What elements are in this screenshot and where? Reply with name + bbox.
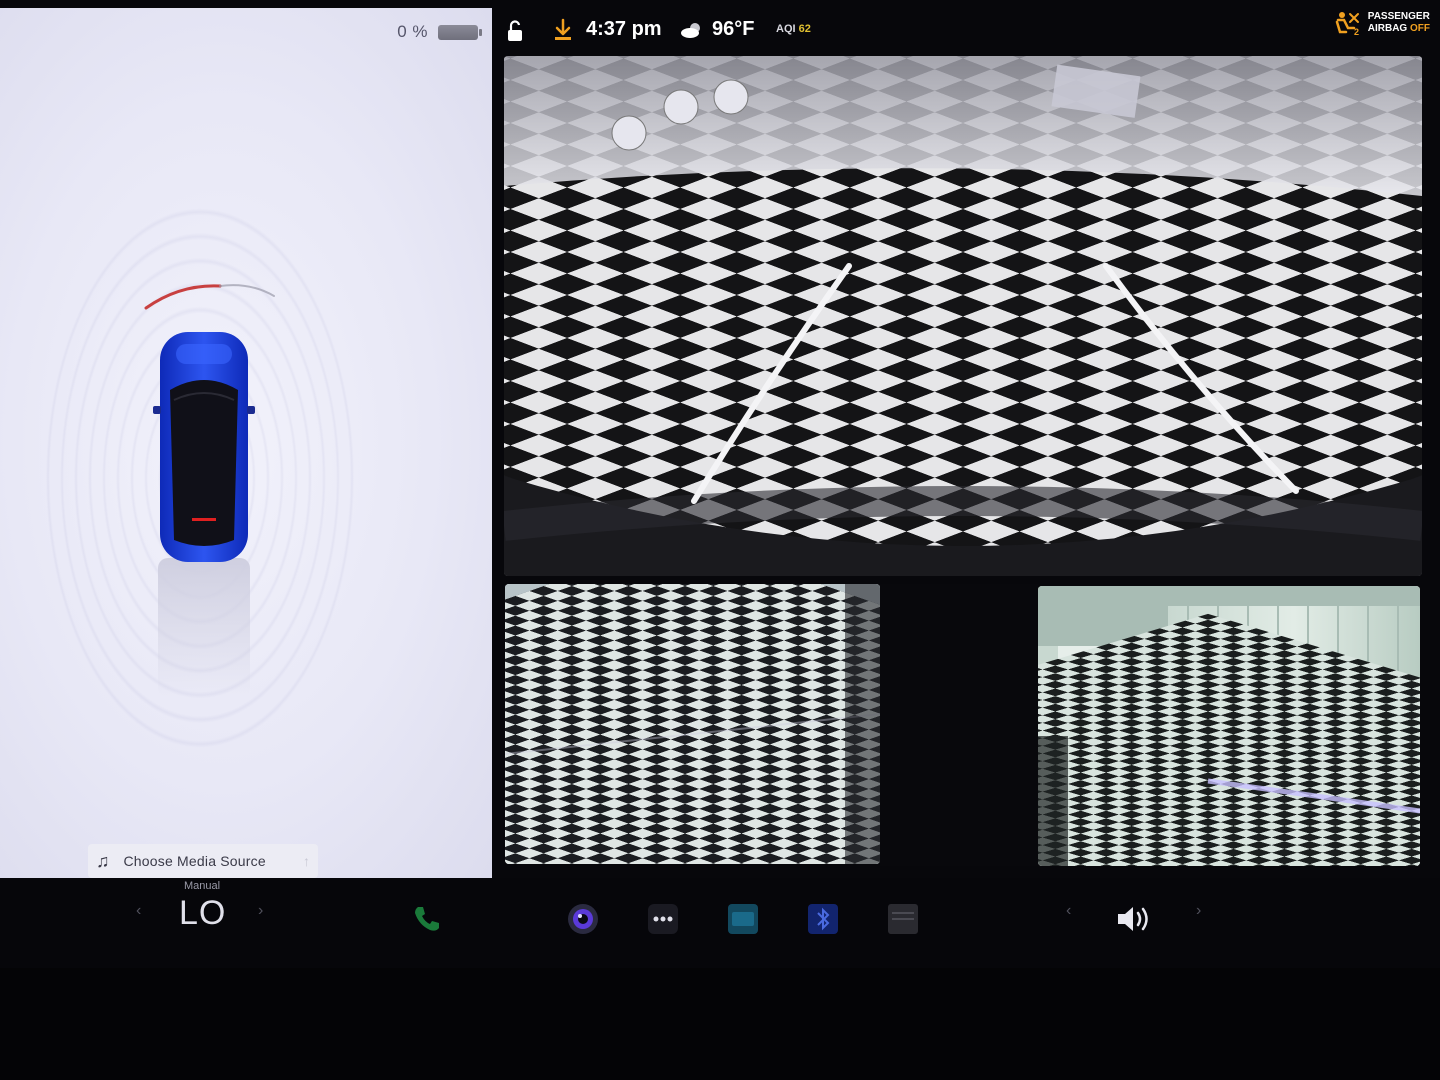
car-reflection: [158, 558, 250, 698]
toybox-icon[interactable]: [726, 902, 760, 936]
camera-app-icon[interactable]: [566, 902, 600, 936]
screen-bezel: [0, 968, 1440, 1080]
more-apps-icon[interactable]: [646, 902, 680, 936]
media-player-bar[interactable]: ♫ Choose Media Source ↑: [88, 844, 318, 878]
volume-decrease-button[interactable]: ‹: [1066, 902, 1071, 920]
partly-cloudy-icon: [681, 23, 700, 38]
aqi-value: 62: [798, 23, 811, 35]
airbag-status: OFF: [1410, 23, 1430, 34]
clock-time: 4:37 pm: [586, 18, 662, 40]
climate-increase-button[interactable]: ›: [258, 902, 263, 920]
tesla-display: 0 % ♫ Choose Media Source ↑ 4:37 pm 96°F…: [0, 0, 1440, 1080]
rear-camera-view[interactable]: [504, 56, 1422, 576]
aqi-label: AQI: [776, 23, 796, 35]
arrow-up-icon[interactable]: ↑: [303, 853, 310, 869]
bluetooth-icon[interactable]: [806, 902, 840, 936]
rear-camera-image: [504, 56, 1422, 576]
proximity-sensor-arc: [144, 284, 275, 310]
battery-status: 0 %: [397, 22, 482, 42]
airbag-line1: PASSENGER: [1367, 11, 1430, 22]
camera-divider: [880, 584, 1038, 866]
download-icon[interactable]: [552, 18, 574, 42]
svg-text:2: 2: [1354, 27, 1359, 36]
music-note-icon: ♫: [96, 850, 110, 871]
passenger-airbag-icon: 2: [1335, 12, 1359, 36]
unlock-icon[interactable]: [504, 20, 526, 42]
volume-icon[interactable]: [1114, 902, 1154, 936]
climate-decrease-button[interactable]: ‹: [136, 902, 141, 920]
airbag-line2: AIRBAG OFF: [1368, 23, 1430, 35]
airbag-line2-prefix: AIRBAG: [1367, 23, 1408, 34]
climate-temperature[interactable]: LO: [179, 894, 226, 933]
phone-icon[interactable]: [410, 902, 444, 936]
volume-increase-button[interactable]: ›: [1196, 902, 1201, 920]
left-camera-image: [505, 584, 880, 864]
air-quality-index: AQI 62: [776, 23, 811, 35]
calendar-icon[interactable]: [886, 902, 920, 936]
right-repeater-camera-view[interactable]: [1038, 586, 1420, 866]
vehicle-top-view[interactable]: [152, 330, 256, 566]
battery-percent: 0 %: [397, 22, 428, 41]
climate-mode: Manual: [184, 880, 221, 892]
vehicle-panel[interactable]: 0 % ♫ Choose Media Source ↑: [0, 8, 492, 878]
airbag-label: PASSENGER AIRBAG OFF: [1368, 11, 1430, 35]
status-bar: 4:37 pm 96°F AQI 62 2 PASSENGER AIRBAG O…: [500, 10, 1430, 50]
passenger-airbag-status: 2 PASSENGER AIRBAG OFF: [1334, 10, 1430, 36]
battery-icon: [438, 24, 482, 40]
outside-temperature: 96°F: [712, 18, 755, 40]
choose-media-source[interactable]: Choose Media Source: [124, 853, 290, 869]
left-repeater-camera-view[interactable]: [505, 584, 880, 864]
right-camera-image: [1038, 586, 1420, 866]
